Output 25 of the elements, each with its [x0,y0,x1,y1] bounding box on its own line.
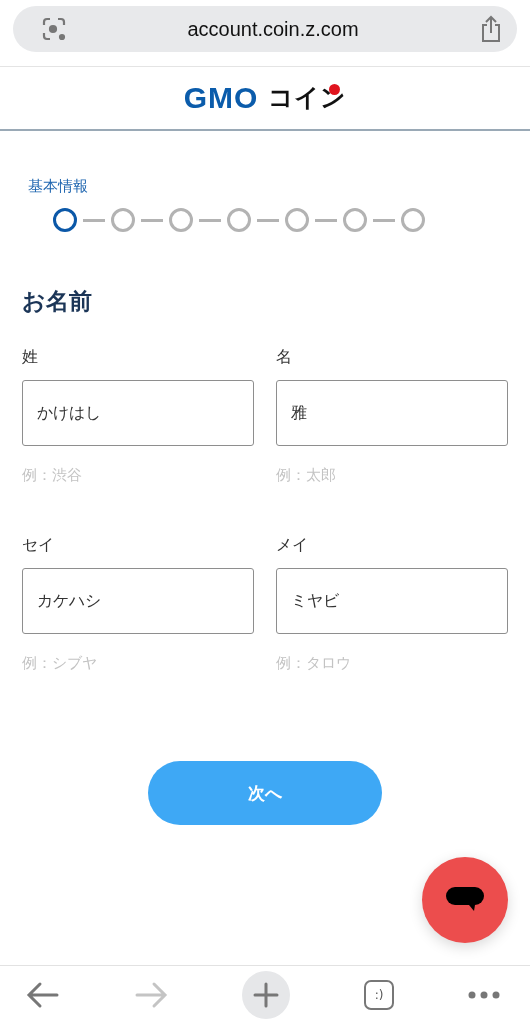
input-field[interactable]: 雅 [276,380,508,446]
input-field[interactable]: かけはし [22,380,254,446]
field-label: メイ [276,535,309,556]
back-button[interactable] [26,981,60,1009]
field-label: 名 [276,347,293,368]
share-icon[interactable] [479,15,503,43]
more-button[interactable] [468,991,500,999]
field-hint: 例：シブヤ [22,654,98,673]
tabs-button[interactable]: :) [364,980,394,1010]
plus-icon [253,982,279,1008]
address-bar[interactable]: account.coin.z.com [13,6,517,52]
input-field[interactable]: ミヤビ [276,568,508,634]
field-hint: 例：太郎 [276,466,337,485]
step-label: 基本情報 [28,177,89,196]
new-tab-button[interactable] [242,971,290,1019]
url-text: account.coin.z.com [187,17,359,41]
field-label: 姓 [22,347,39,368]
section-title: お名前 [22,287,93,316]
input-field[interactable]: カケハシ [22,568,254,634]
field-hint: 例：タロウ [276,654,352,673]
field-label: セイ [22,535,55,556]
chat-button[interactable] [422,857,508,943]
camera-search-icon[interactable] [41,16,67,42]
field-hint: 例：渋谷 [22,466,83,485]
logo: GMO コイン [182,80,348,116]
